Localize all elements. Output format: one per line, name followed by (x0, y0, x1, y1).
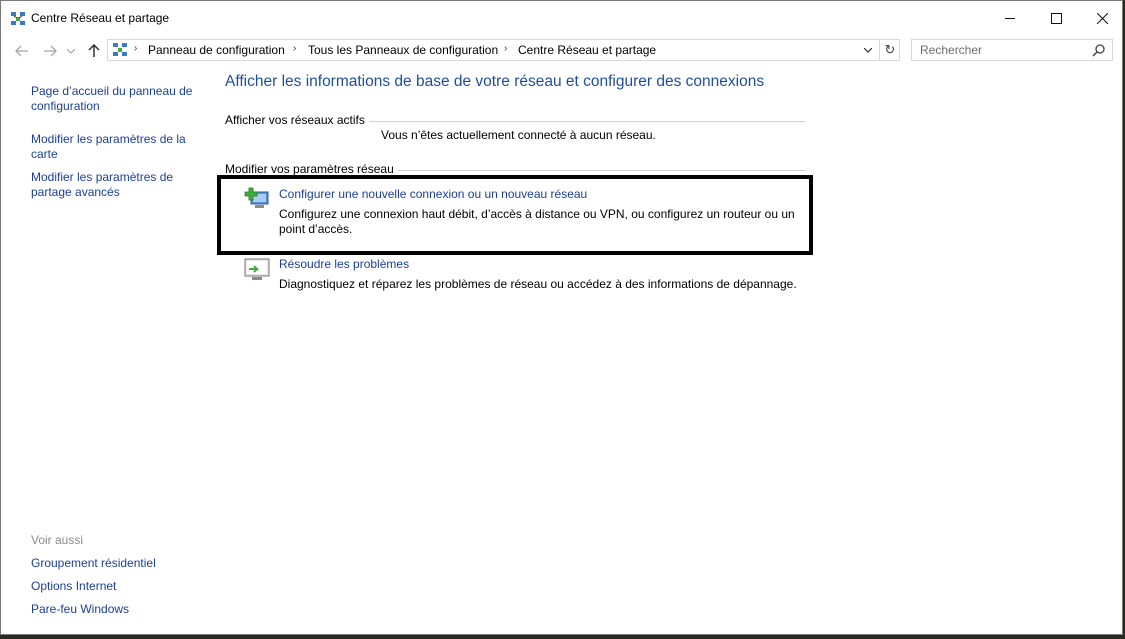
search-icon[interactable] (1092, 43, 1106, 57)
address-bar[interactable]: › Panneau de configuration › Tous les Pa… (107, 39, 900, 61)
sidebar-link-advanced-sharing[interactable]: Modifier les paramètres de partage avanc… (31, 170, 196, 200)
recent-locations-chevron-icon[interactable] (65, 41, 77, 61)
network-center-icon (113, 43, 127, 56)
see-also-heading: Voir aussi (31, 533, 84, 547)
change-settings-heading: Modifier vos paramètres réseau (225, 162, 398, 176)
up-arrow-icon[interactable] (85, 41, 103, 61)
maximize-button[interactable] (1033, 1, 1079, 35)
search-input[interactable]: Rechercher (911, 39, 1113, 61)
breadcrumb-chevron-icon[interactable]: › (293, 43, 296, 54)
no-network-message: Vous n’êtes actuellement connecté à aucu… (381, 128, 656, 142)
search-placeholder: Rechercher (920, 43, 983, 57)
breadcrumb-control-panel[interactable]: Panneau de configuration (148, 43, 285, 57)
address-dropdown-icon[interactable] (860, 41, 876, 59)
title-bar: Centre Réseau et partage (1, 1, 1122, 35)
troubleshoot-link[interactable]: Résoudre les problèmes (279, 257, 409, 271)
back-arrow-icon[interactable] (13, 41, 31, 61)
close-icon (1096, 12, 1108, 24)
sidebar-link-internet-options[interactable]: Options Internet (31, 579, 196, 594)
breadcrumb-chevron-icon[interactable]: › (504, 43, 507, 54)
page-title: Afficher les informations de base de vot… (225, 73, 765, 90)
sidebar-link-control-panel-home[interactable]: Page d’accueil du panneau de configurati… (31, 84, 196, 114)
active-networks-heading: Afficher vos réseaux actifs (225, 113, 369, 127)
breadcrumb-all-control-panels[interactable]: Tous les Panneaux de configuration (308, 43, 498, 57)
troubleshoot-description: Diagnostiquez et réparez les problèmes d… (279, 277, 797, 291)
sidebar-link-homegroup[interactable]: Groupement résidentiel (31, 556, 196, 571)
network-center-icon (11, 12, 25, 25)
breadcrumb-network-center[interactable]: Centre Réseau et partage (518, 43, 656, 57)
close-button[interactable] (1079, 1, 1125, 35)
refresh-icon[interactable]: ↻ (879, 40, 900, 60)
sidebar-link-windows-firewall[interactable]: Pare-feu Windows (31, 602, 196, 617)
window-title: Centre Réseau et partage (31, 11, 170, 25)
minimize-button[interactable] (987, 1, 1033, 35)
troubleshoot-icon[interactable] (243, 257, 271, 283)
maximize-icon (1050, 12, 1062, 24)
highlight-frame (217, 175, 813, 255)
network-sharing-center-window: Centre Réseau et partage › Panneau de co… (0, 0, 1123, 635)
minimize-icon (1005, 17, 1015, 19)
forward-arrow-icon[interactable] (41, 41, 59, 61)
breadcrumb-chevron-icon[interactable]: › (134, 43, 137, 54)
sidebar-link-adapter-settings[interactable]: Modifier les paramètres de la carte (31, 132, 196, 162)
